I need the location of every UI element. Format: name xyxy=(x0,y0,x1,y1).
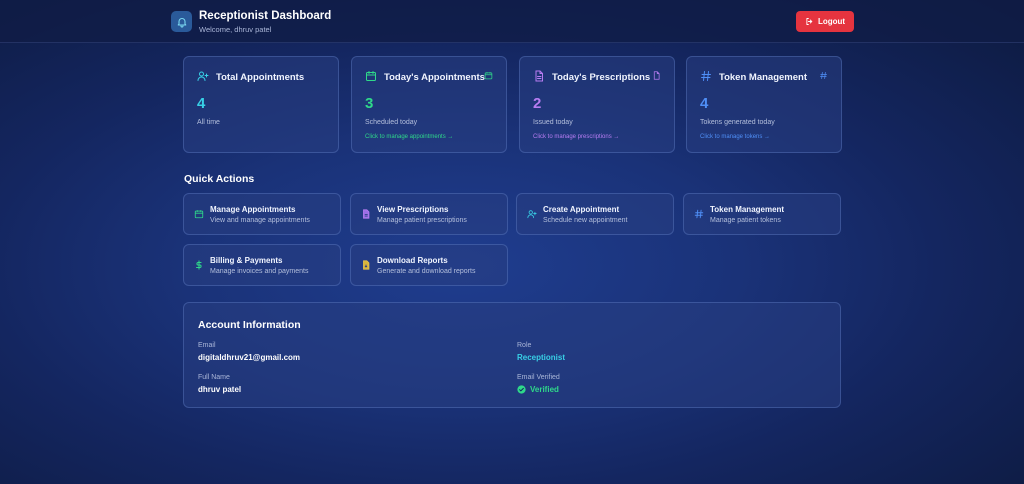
quick-action-title: Manage Appointments xyxy=(210,205,296,214)
quick-action-create-appointment[interactable]: Create Appointment Schedule new appointm… xyxy=(516,193,674,235)
quick-action-subtitle: View and manage appointments xyxy=(210,217,310,224)
hash-icon xyxy=(694,209,704,219)
stat-value: 2 xyxy=(533,95,542,112)
bell-icon xyxy=(171,11,192,32)
role-value: Receptionist xyxy=(517,353,566,362)
stat-title: Today's Prescriptions xyxy=(552,72,651,83)
logout-label: Logout xyxy=(817,17,846,26)
manage-appointments-link[interactable]: Click to manage appointments → xyxy=(365,134,453,140)
quick-action-title: Token Management xyxy=(710,205,785,214)
stat-card-todays-appointments[interactable]: Today's Appointments 3 Scheduled today C… xyxy=(351,56,507,153)
quick-action-title: Create Appointment xyxy=(543,205,620,214)
quick-action-title: View Prescriptions xyxy=(377,205,449,214)
quick-action-title: Download Reports xyxy=(377,256,448,265)
check-circle-icon xyxy=(517,385,526,394)
stat-card-total-appointments: Total Appointments 4 All time xyxy=(183,56,339,153)
user-plus-icon xyxy=(527,209,537,219)
stat-card-todays-prescriptions[interactable]: Today's Prescriptions 2 Issued today Cli… xyxy=(519,56,675,153)
dollar-icon xyxy=(194,260,204,270)
logout-icon xyxy=(805,17,814,26)
calendar-icon xyxy=(484,71,493,80)
stat-value: 3 xyxy=(365,95,374,112)
document-icon xyxy=(652,71,661,80)
quick-action-subtitle: Manage patient tokens xyxy=(710,217,781,224)
quick-action-subtitle: Manage patient prescriptions xyxy=(377,217,467,224)
quick-action-download-reports[interactable]: Download Reports Generate and download r… xyxy=(350,244,508,286)
account-information-panel: Account Information Email digitaldhruv21… xyxy=(183,302,841,408)
calendar-icon xyxy=(365,70,377,82)
calendar-icon xyxy=(194,209,204,219)
report-icon xyxy=(361,260,371,270)
top-bar: Receptionist Dashboard Welcome, dhruv pa… xyxy=(0,0,1024,43)
stat-card-token-management[interactable]: Token Management 4 Tokens generated toda… xyxy=(686,56,842,153)
verified-status: Verified xyxy=(517,385,559,394)
welcome-text: Welcome, dhruv patel xyxy=(199,25,272,34)
quick-action-subtitle: Schedule new appointment xyxy=(543,217,628,224)
quick-action-token-management[interactable]: Token Management Manage patient tokens xyxy=(683,193,841,235)
document-icon xyxy=(533,70,545,82)
email-value: digitaldhruv21@gmail.com xyxy=(198,353,301,362)
manage-tokens-link[interactable]: Click to manage tokens → xyxy=(700,134,770,140)
email-verified-label: Email Verified xyxy=(517,374,560,381)
stat-title: Today's Appointments xyxy=(384,72,485,83)
stat-subtitle: All time xyxy=(197,119,220,126)
document-icon xyxy=(361,209,371,219)
stat-subtitle: Scheduled today xyxy=(365,119,418,126)
stat-subtitle: Tokens generated today xyxy=(700,119,775,126)
full-name-label: Full Name xyxy=(198,374,230,381)
stat-subtitle: Issued today xyxy=(533,119,573,126)
quick-actions-heading: Quick Actions xyxy=(184,173,255,185)
hash-icon xyxy=(700,70,712,82)
quick-action-subtitle: Generate and download reports xyxy=(377,268,476,275)
quick-action-view-prescriptions[interactable]: View Prescriptions Manage patient prescr… xyxy=(350,193,508,235)
stat-value: 4 xyxy=(700,95,709,112)
email-label: Email xyxy=(198,342,216,349)
stat-title: Token Management xyxy=(719,72,807,83)
full-name-value: dhruv patel xyxy=(198,385,242,394)
quick-action-title: Billing & Payments xyxy=(210,256,283,265)
logout-button[interactable]: Logout xyxy=(796,11,854,32)
role-label: Role xyxy=(517,342,532,349)
page-title: Receptionist Dashboard xyxy=(199,10,332,22)
quick-action-manage-appointments[interactable]: Manage Appointments View and manage appo… xyxy=(183,193,341,235)
quick-action-subtitle: Manage invoices and payments xyxy=(210,268,309,275)
manage-prescriptions-link[interactable]: Click to manage prescriptions → xyxy=(533,134,619,140)
stat-value: 4 xyxy=(197,95,206,112)
account-information-heading: Account Information xyxy=(198,319,301,331)
hash-icon xyxy=(819,71,828,80)
stat-title: Total Appointments xyxy=(216,72,305,83)
verified-value: Verified xyxy=(530,385,559,394)
quick-action-billing-payments[interactable]: Billing & Payments Manage invoices and p… xyxy=(183,244,341,286)
user-plus-icon xyxy=(197,70,209,82)
